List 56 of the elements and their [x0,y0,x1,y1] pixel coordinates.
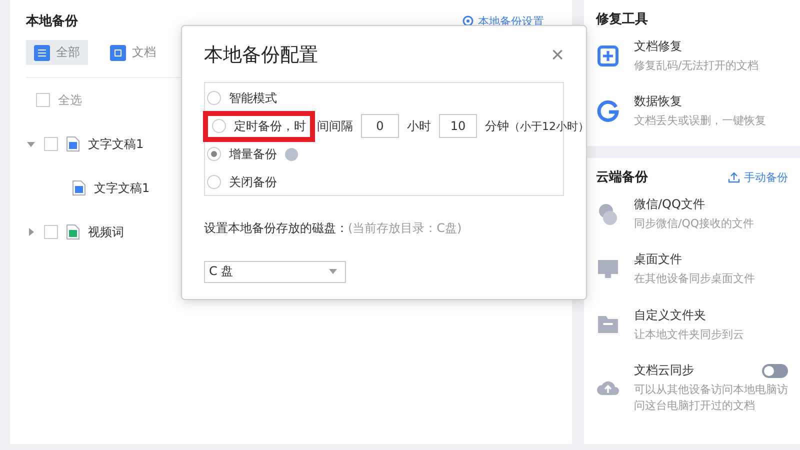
tool-description: 修复乱码/无法打开的文档 [634,58,760,73]
document-icon [110,44,126,60]
repair-icon [596,44,620,68]
section-title: 本地备份 [26,13,78,30]
checkbox[interactable] [44,225,58,239]
unit-label: 小时 [407,118,431,134]
file-name[interactable]: 视频词 [88,224,124,240]
radio-button[interactable] [207,91,221,105]
document-icon [66,224,80,240]
hours-input[interactable]: 0 [361,114,399,138]
cloud-item-title[interactable]: 微信/QQ文件 [634,196,705,213]
dialog-title: 本地备份配置 [204,43,318,68]
minutes-input[interactable]: 10 [439,114,477,138]
manual-backup-link[interactable]: 手动备份 [728,170,788,184]
tool-description: 文档丢失或误删，一键恢复 [634,113,767,128]
file-name[interactable]: 文字文稿1 [88,136,144,152]
cloud-item-description: 让本地文件夹同步到云 [634,326,745,342]
radio-button[interactable] [207,175,221,189]
recover-icon [596,98,620,122]
cloud-item-title[interactable]: 自定义文件夹 [634,306,706,324]
radio-button[interactable] [212,119,226,133]
checkbox[interactable] [36,93,50,107]
document-icon [66,136,80,152]
disk-label: 设置本地备份存放的磁盘：(当前存放目录：C盘) [204,220,462,237]
mode-label[interactable]: 定时备份，时 [234,118,306,134]
caret-icon[interactable] [26,227,36,237]
cloud-item-title[interactable]: 桌面文件 [634,251,682,268]
radio-button[interactable] [207,147,221,161]
upload-icon [728,171,740,183]
disk-select[interactable]: C 盘 [204,260,346,283]
mode-label[interactable]: 增量备份 [229,146,277,162]
help-icon[interactable] [285,148,298,160]
mode-label[interactable]: 智能模式 [229,90,277,106]
settings-icon [462,15,474,27]
cloud-item-description: 可以从其他设备访问本地电脑访问这台电脑打开过的文档 [634,382,788,413]
cloud-item-description: 在其他设备同步桌面文件 [634,271,756,287]
toggle-switch[interactable] [762,364,788,378]
tool-title[interactable]: 数据恢复 [634,93,788,110]
tool-title[interactable]: 文档修复 [634,38,788,55]
mode-label[interactable]: 间间隔 [317,118,353,134]
caret-icon[interactable] [26,139,36,149]
file-name[interactable]: 文字文稿1 [94,180,150,196]
checkbox[interactable] [44,137,58,151]
unit-label: 分钟 [485,118,509,134]
close-button[interactable]: × [551,44,564,66]
section-title: 修复工具 [596,11,649,28]
dropdown-caret-icon [329,269,337,274]
cloud-item-title[interactable]: 文档云同步 [634,362,694,380]
document-icon [72,180,86,196]
hint-text: （小于12小时） [509,118,589,134]
section-title: 云端备份 [596,169,648,186]
mode-label[interactable]: 关闭备份 [229,174,277,190]
cloud-item-description: 同步微信/QQ接收的文件 [634,216,756,232]
filter-tab[interactable]: 文档 [102,40,164,65]
list-icon [34,44,50,60]
chat-icon [596,202,620,226]
